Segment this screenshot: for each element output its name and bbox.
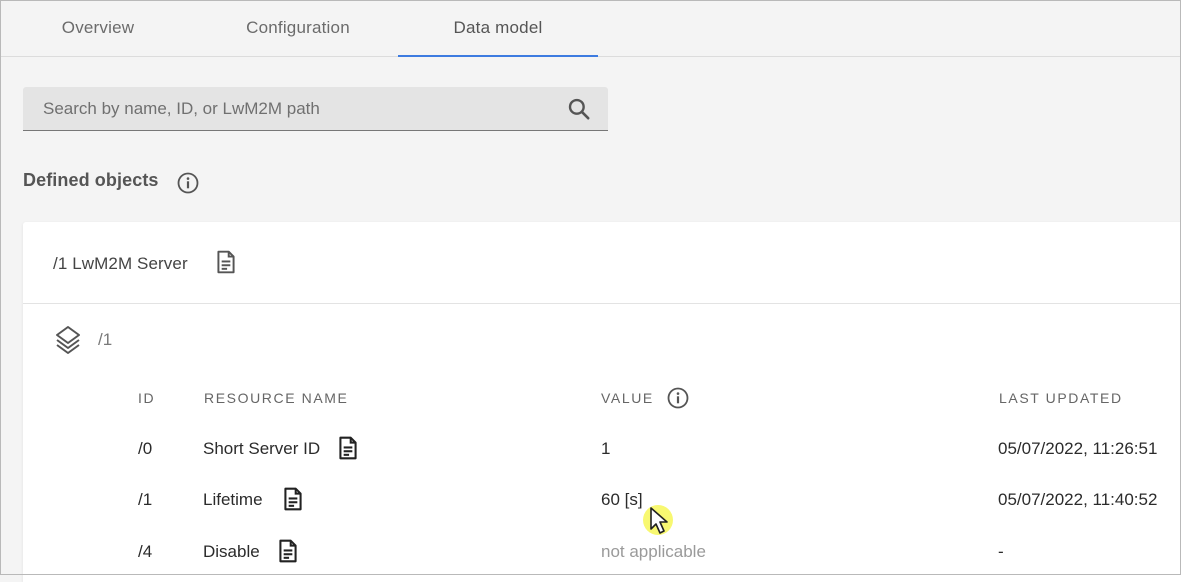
mouse-cursor-icon [643, 505, 673, 535]
tab-bar: Overview Configuration Data model [0, 0, 1181, 57]
document-icon[interactable] [213, 249, 239, 275]
search-box [23, 87, 608, 131]
document-icon[interactable] [280, 486, 306, 512]
tab-data-model[interactable]: Data model [398, 0, 598, 57]
table-row: /1 Lifetime 60 [s] 05/07/2022, 11:40:52 [23, 474, 1181, 525]
tab-configuration[interactable]: Configuration [198, 0, 398, 56]
object-title: /1 LwM2M Server [53, 254, 188, 273]
search-input[interactable] [23, 87, 553, 130]
resource-id: /0 [138, 439, 153, 458]
tab-overview[interactable]: Overview [0, 0, 198, 56]
search-icon[interactable] [566, 96, 592, 122]
table-row: /4 Disable not applicable - [23, 526, 1181, 577]
resource-id: /4 [138, 542, 153, 561]
section-title: Defined objects [23, 170, 159, 190]
resource-last-updated: 05/07/2022, 11:26:51 [998, 439, 1158, 458]
resource-value[interactable]: 60 [s] [601, 474, 643, 525]
resource-last-updated: 05/07/2022, 11:40:52 [998, 490, 1158, 509]
column-header-value: VALUE [601, 390, 654, 406]
resource-name: Lifetime [203, 490, 263, 509]
column-header-name: RESOURCE NAME [204, 390, 349, 406]
info-icon[interactable] [666, 386, 690, 410]
document-icon[interactable] [335, 435, 361, 461]
resource-id: /1 [138, 490, 153, 509]
instance-label: /1 [98, 330, 113, 349]
info-icon[interactable] [176, 171, 200, 195]
document-icon[interactable] [275, 538, 301, 564]
column-header-id: ID [138, 390, 156, 406]
object-header[interactable]: /1 LwM2M Server [23, 222, 1181, 304]
table-row: /0 Short Server ID 1 05/07/2022, 11:26:5… [23, 423, 1181, 474]
resource-value: 1 [601, 439, 611, 458]
resource-name: Short Server ID [203, 439, 321, 458]
layers-icon [56, 326, 80, 354]
column-header-last-updated: LAST UPDATED [999, 390, 1123, 406]
object-card: /1 LwM2M Server /1 ID RESOURCE NAME VALU… [23, 222, 1181, 582]
resource-last-updated: - [998, 542, 1004, 561]
resource-name: Disable [203, 542, 260, 561]
